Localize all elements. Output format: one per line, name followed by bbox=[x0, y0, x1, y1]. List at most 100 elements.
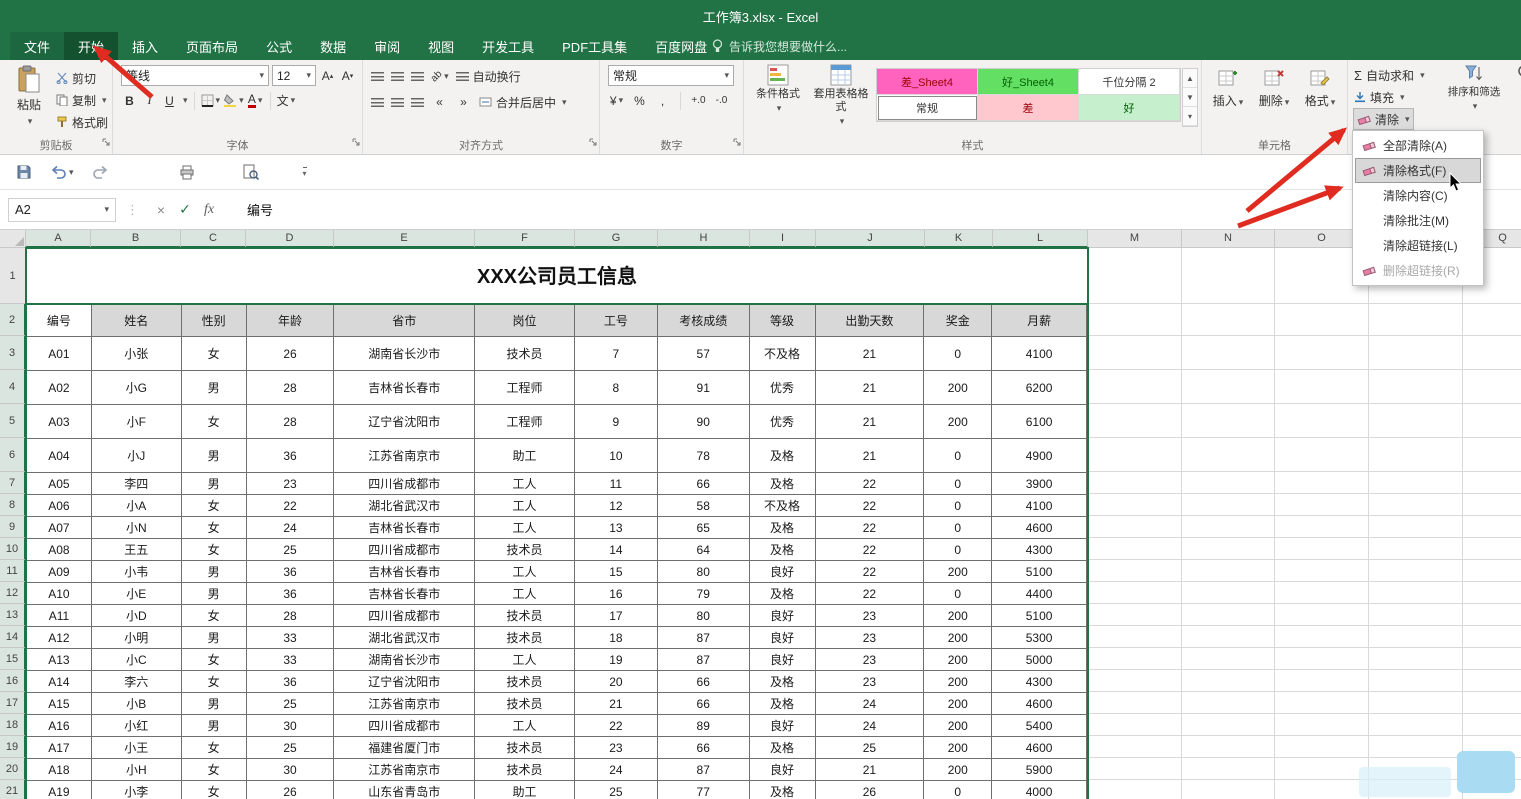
table-cell[interactable]: 小李 bbox=[92, 781, 182, 799]
column-header-L[interactable]: L bbox=[993, 230, 1088, 248]
decrease-font-size-button[interactable]: A▾ bbox=[339, 66, 356, 85]
table-cell[interactable]: 女 bbox=[182, 539, 247, 561]
table-cell[interactable]: 26 bbox=[816, 781, 925, 799]
empty-cell[interactable] bbox=[1182, 538, 1275, 560]
cell-style-chip[interactable]: 差_Sheet4 bbox=[877, 69, 978, 95]
table-cell[interactable]: 小F bbox=[92, 405, 182, 439]
table-cell[interactable]: 77 bbox=[658, 781, 750, 799]
table-cell[interactable]: 36 bbox=[247, 439, 335, 473]
table-cell[interactable]: 4600 bbox=[992, 737, 1087, 759]
table-cell[interactable]: 女 bbox=[182, 737, 247, 759]
alignment-dialog-launcher[interactable] bbox=[589, 133, 597, 151]
table-cell[interactable]: 24 bbox=[816, 693, 925, 715]
table-cell[interactable]: 女 bbox=[182, 337, 247, 371]
empty-cell[interactable] bbox=[1275, 404, 1369, 438]
decrease-decimal-button[interactable]: -.0 bbox=[713, 91, 730, 110]
empty-cell[interactable] bbox=[1463, 516, 1521, 538]
table-cell[interactable]: 吉林省长春市 bbox=[334, 517, 475, 539]
ribbon-tab[interactable]: 文件 bbox=[10, 32, 64, 60]
empty-cell[interactable] bbox=[1088, 438, 1182, 472]
empty-cell[interactable] bbox=[1275, 472, 1369, 494]
empty-cell[interactable] bbox=[1463, 304, 1521, 336]
delete-cells-button[interactable]: 删除▾ bbox=[1252, 68, 1296, 109]
empty-cell[interactable] bbox=[1275, 604, 1369, 626]
column-header-C[interactable]: C bbox=[181, 230, 246, 248]
empty-cell[interactable] bbox=[1088, 516, 1182, 538]
table-cell[interactable]: 及格 bbox=[750, 737, 816, 759]
table-cell[interactable]: 技术员 bbox=[475, 737, 575, 759]
table-cell[interactable]: 技术员 bbox=[475, 671, 575, 693]
empty-cell[interactable] bbox=[1463, 438, 1521, 472]
find-select-button[interactable]: 查 bbox=[1506, 64, 1521, 97]
empty-cell[interactable] bbox=[1275, 780, 1369, 799]
table-cell[interactable]: 16 bbox=[575, 583, 658, 605]
empty-cell[interactable] bbox=[1182, 516, 1275, 538]
column-header-H[interactable]: H bbox=[658, 230, 750, 248]
empty-cell[interactable] bbox=[1369, 336, 1463, 370]
table-cell[interactable]: 工程师 bbox=[475, 405, 575, 439]
table-header-cell[interactable]: 性别 bbox=[182, 305, 247, 337]
table-cell[interactable]: 技术员 bbox=[475, 605, 575, 627]
align-left-button[interactable] bbox=[371, 98, 384, 107]
table-cell[interactable]: 6200 bbox=[992, 371, 1087, 405]
table-cell[interactable]: 辽宁省沈阳市 bbox=[334, 405, 475, 439]
table-cell[interactable]: A09 bbox=[27, 561, 92, 583]
font-dialog-launcher[interactable] bbox=[352, 133, 360, 151]
table-header-cell[interactable]: 编号 bbox=[27, 305, 92, 337]
empty-cell[interactable] bbox=[1463, 538, 1521, 560]
increase-decimal-button[interactable]: +.0 bbox=[690, 91, 707, 110]
empty-cell[interactable] bbox=[1088, 494, 1182, 516]
empty-cell[interactable] bbox=[1182, 670, 1275, 692]
table-cell[interactable]: 福建省厦门市 bbox=[334, 737, 475, 759]
table-cell[interactable]: 24 bbox=[247, 517, 335, 539]
ribbon-tab[interactable]: 公式 bbox=[252, 32, 306, 60]
table-cell[interactable]: 22 bbox=[816, 517, 925, 539]
table-cell[interactable]: 25 bbox=[816, 737, 925, 759]
table-cell[interactable]: 男 bbox=[182, 473, 247, 495]
clear-button[interactable]: 清除▾ bbox=[1354, 109, 1413, 129]
ribbon-tab[interactable]: 百度网盘 bbox=[641, 32, 721, 60]
table-cell[interactable]: 23 bbox=[816, 627, 925, 649]
empty-cell[interactable] bbox=[1369, 404, 1463, 438]
row-header-20[interactable]: 20 bbox=[0, 758, 26, 780]
table-cell[interactable]: 工人 bbox=[475, 583, 575, 605]
table-cell[interactable]: 湖北省武汉市 bbox=[334, 495, 475, 517]
table-cell[interactable]: 及格 bbox=[750, 671, 816, 693]
conditional-formatting-button[interactable]: 条件格式▾ bbox=[748, 64, 808, 114]
cell-style-chip[interactable]: 好_Sheet4 bbox=[978, 69, 1079, 95]
cell-style-chip[interactable]: 好 bbox=[1079, 95, 1180, 121]
empty-cell[interactable] bbox=[1369, 692, 1463, 714]
table-cell[interactable]: 21 bbox=[816, 439, 925, 473]
redo-button[interactable] bbox=[92, 165, 109, 179]
comma-style-button[interactable]: , bbox=[654, 91, 671, 110]
table-cell[interactable]: 小王 bbox=[92, 737, 182, 759]
empty-cell[interactable] bbox=[1182, 494, 1275, 516]
row-header-10[interactable]: 10 bbox=[0, 538, 26, 560]
table-cell[interactable]: 0 bbox=[924, 583, 992, 605]
empty-cell[interactable] bbox=[1275, 648, 1369, 670]
empty-cell[interactable] bbox=[1088, 538, 1182, 560]
table-cell[interactable]: 200 bbox=[924, 693, 992, 715]
table-cell[interactable]: 工程师 bbox=[475, 371, 575, 405]
table-cell[interactable]: 小张 bbox=[92, 337, 182, 371]
table-cell[interactable]: A01 bbox=[27, 337, 92, 371]
table-cell[interactable]: 22 bbox=[575, 715, 658, 737]
table-cell[interactable]: 4300 bbox=[992, 539, 1087, 561]
clear-menu-item[interactable]: 清除内容(C) bbox=[1355, 183, 1481, 208]
table-cell[interactable]: 良好 bbox=[750, 715, 816, 737]
align-right-button[interactable] bbox=[411, 98, 424, 107]
table-cell[interactable]: A11 bbox=[27, 605, 92, 627]
font-family-select[interactable]: 等线▾ bbox=[121, 65, 269, 86]
table-cell[interactable]: 湖南省长沙市 bbox=[334, 649, 475, 671]
cell-style-chip[interactable]: 常规 bbox=[877, 95, 978, 121]
table-cell[interactable]: 200 bbox=[924, 671, 992, 693]
table-cell[interactable]: 12 bbox=[575, 495, 658, 517]
format-painter-button[interactable]: 格式刷 bbox=[56, 112, 108, 132]
table-cell[interactable]: 4600 bbox=[992, 693, 1087, 715]
column-header-M[interactable]: M bbox=[1088, 230, 1182, 248]
row-header-5[interactable]: 5 bbox=[0, 404, 26, 438]
table-cell[interactable]: 21 bbox=[816, 759, 925, 781]
table-cell[interactable]: 5300 bbox=[992, 627, 1087, 649]
table-cell[interactable]: 5100 bbox=[992, 561, 1087, 583]
table-cell[interactable]: 200 bbox=[924, 371, 992, 405]
